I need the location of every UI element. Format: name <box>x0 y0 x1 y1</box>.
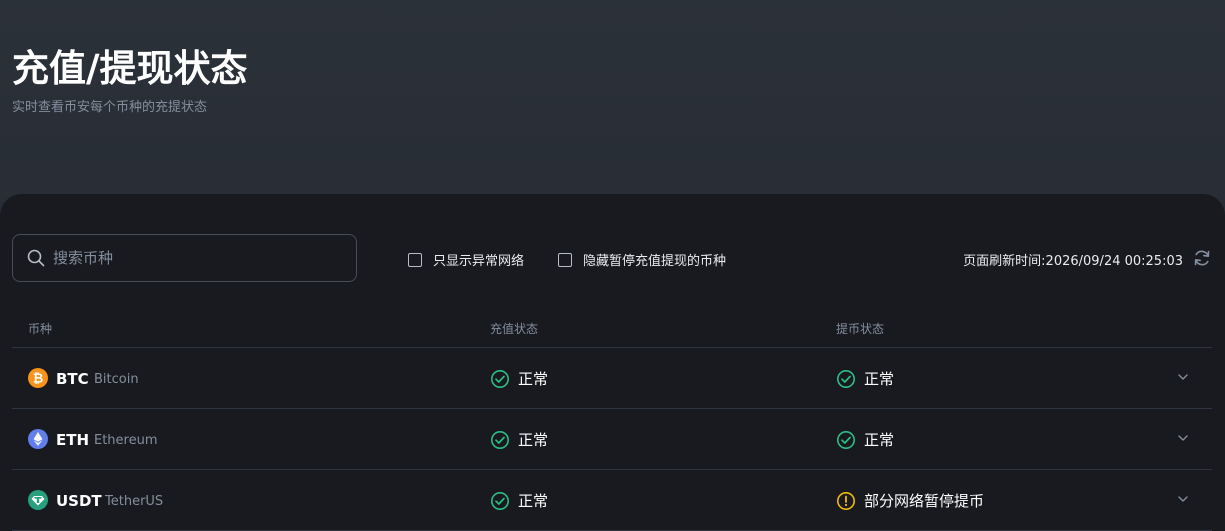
deposit-status: 正常 <box>490 490 548 511</box>
withdraw-status: 部分网络暂停提币 <box>836 490 984 511</box>
check-circle-icon <box>491 430 509 449</box>
table-row[interactable]: ₿ BTC Bitcoin 正常 正常 <box>12 348 1212 409</box>
check-circle-icon <box>837 369 855 388</box>
coin-symbol: ETH <box>56 431 90 449</box>
refresh-icon[interactable] <box>1192 248 1212 268</box>
deposit-status: 正常 <box>490 368 548 389</box>
filter-hide-suspended[interactable]: 隐藏暂停充值提现的币种 <box>558 250 726 269</box>
filter-abnormal-network[interactable]: 只显示异常网络 <box>408 250 524 269</box>
deposit-status-text: 正常 <box>518 431 549 449</box>
refresh-time: 页面刷新时间:2026/09/24 00:25:03 <box>963 254 1183 269</box>
check-circle-icon <box>491 491 509 510</box>
deposit-status-text: 正常 <box>518 492 549 510</box>
deposit-status: 正常 <box>490 429 548 450</box>
page-subtitle: 实时查看币安每个币种的充提状态 <box>12 100 208 115</box>
search-input[interactable] <box>53 235 343 281</box>
svg-text:₿: ₿ <box>33 372 44 387</box>
chevron-down-icon[interactable] <box>1176 431 1190 445</box>
column-header-withdraw: 提币状态 <box>836 322 885 336</box>
ethereum-icon <box>28 429 48 449</box>
page-title: 充值/提现状态 <box>12 47 248 90</box>
withdraw-status-text: 正常 <box>864 370 895 388</box>
checkbox-abnormal-network[interactable] <box>408 252 422 267</box>
chevron-down-icon[interactable] <box>1176 492 1190 506</box>
table-row[interactable]: USDT TetherUS 正常 部分网络暂停提币 <box>12 470 1212 531</box>
deposit-status-text: 正常 <box>518 370 549 388</box>
check-circle-icon <box>837 430 855 449</box>
table-row[interactable]: ETH Ethereum 正常 正常 <box>12 409 1212 470</box>
column-header-coin: 币种 <box>28 322 53 336</box>
coin-name: TetherUS <box>105 494 164 509</box>
tether-icon <box>28 490 48 510</box>
search-icon <box>27 249 45 267</box>
withdraw-status: 正常 <box>836 429 894 450</box>
coin-name: Bitcoin <box>94 372 139 387</box>
withdraw-status-text: 部分网络暂停提币 <box>864 492 985 510</box>
withdraw-status-text: 正常 <box>864 431 895 449</box>
status-panel: 只显示异常网络 隐藏暂停充值提现的币种 页面刷新时间:2026/09/24 00… <box>0 194 1225 531</box>
withdraw-status: 正常 <box>836 368 894 389</box>
bitcoin-icon: ₿ <box>28 368 48 388</box>
checkbox-hide-suspended[interactable] <box>558 252 572 267</box>
warning-circle-icon <box>837 491 855 510</box>
search-box[interactable] <box>12 234 357 282</box>
column-header-deposit: 充值状态 <box>490 322 539 336</box>
filter-hide-suspended-label: 隐藏暂停充值提现的币种 <box>583 254 727 269</box>
coin-name: Ethereum <box>94 433 158 448</box>
chevron-down-icon[interactable] <box>1176 370 1190 384</box>
coin-symbol: BTC <box>56 370 89 388</box>
filter-abnormal-network-label: 只显示异常网络 <box>433 254 525 269</box>
check-circle-icon <box>491 369 509 388</box>
coin-symbol: USDT <box>56 492 102 510</box>
